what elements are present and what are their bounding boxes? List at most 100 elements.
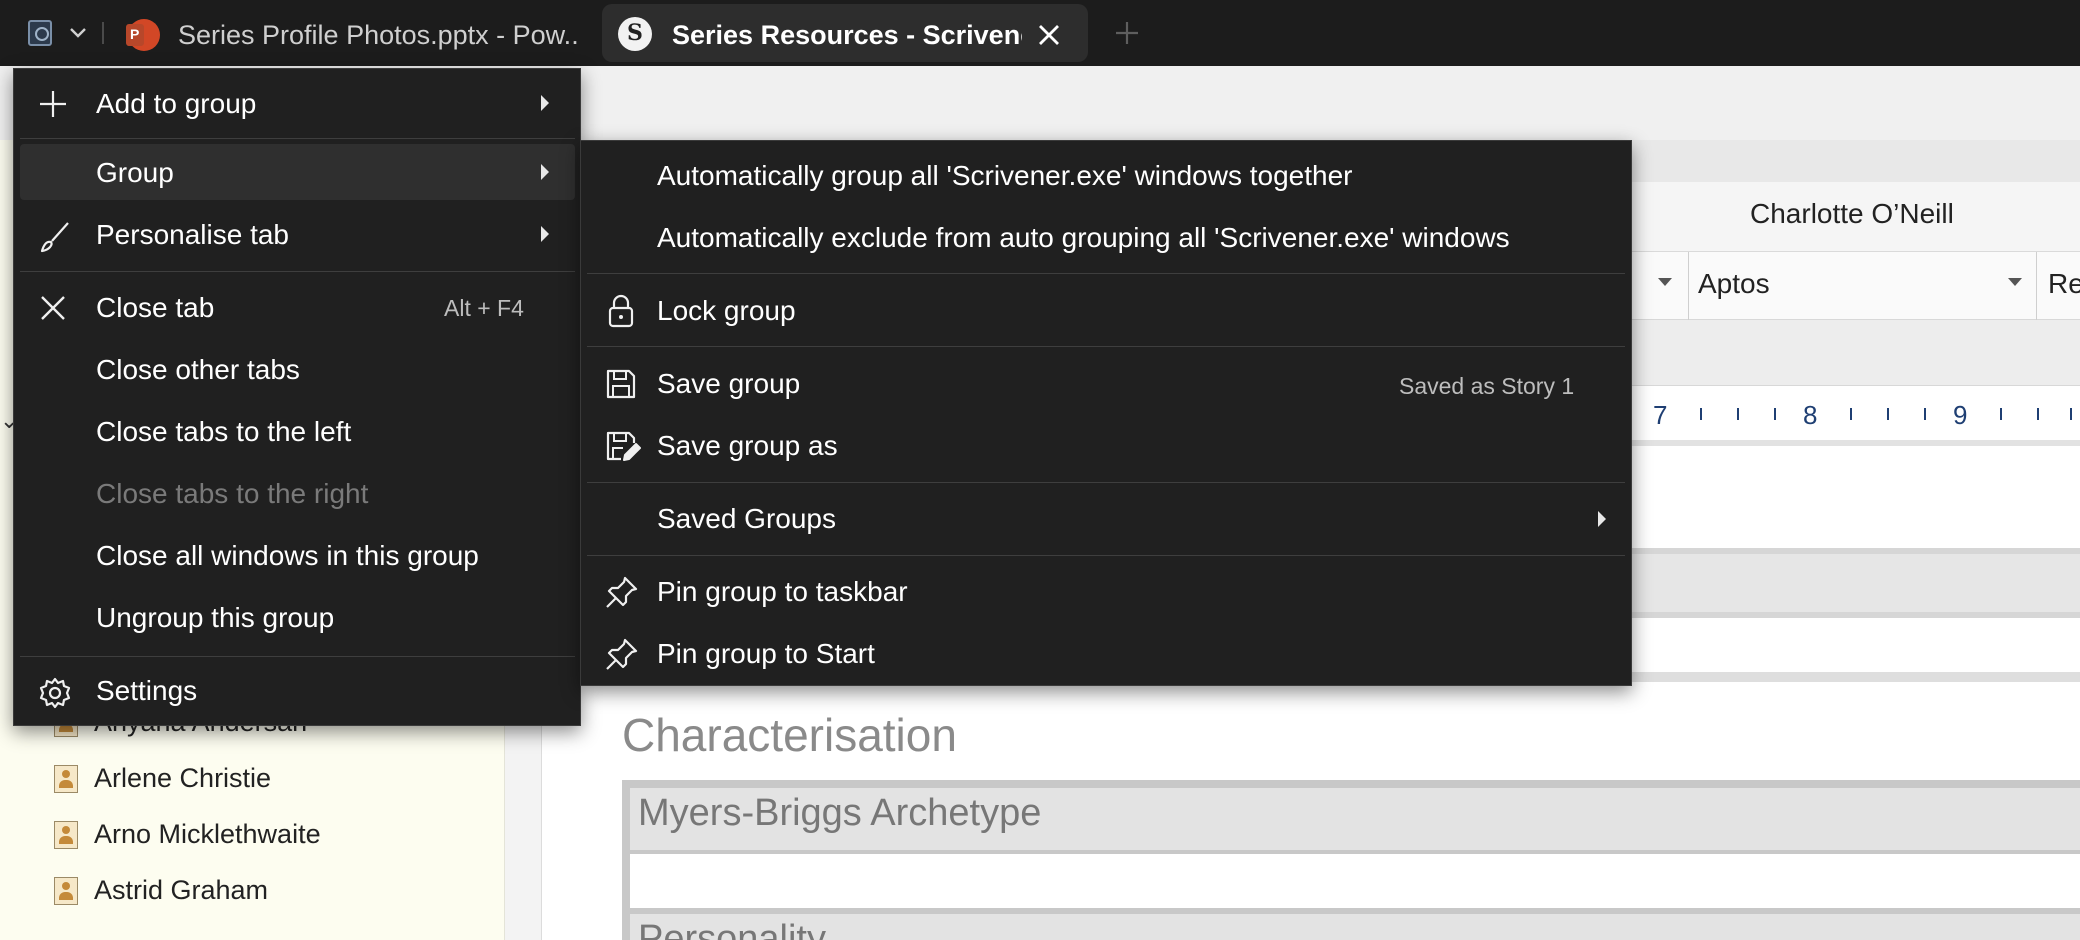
group-submenu: Automatically group all 'Scrivener.exe' …: [580, 140, 1632, 686]
tab-context-menu: Add to group Group Personalise tab Close…: [13, 68, 581, 726]
format-divider: [2036, 252, 2037, 320]
menu-item-label: Automatically exclude from auto grouping…: [657, 222, 1510, 253]
menu-item-label: Ungroup this group: [96, 602, 335, 633]
document-title: Charlotte O’Neill: [1750, 198, 1954, 229]
tab-divider: [102, 22, 104, 44]
ruler-tick: [1700, 408, 1702, 420]
menu-separator: [587, 346, 1625, 347]
ruler-tick: [2037, 408, 2039, 420]
menu-item-label: Pin group to taskbar: [657, 576, 908, 607]
menu-item-label: Saved Groups: [657, 503, 836, 534]
menu-item-label: Save group as: [657, 430, 838, 461]
menu-item-label: Pin group to Start: [657, 638, 875, 669]
section-heading: Characterisation: [622, 709, 957, 761]
menu-item-label: Save group: [657, 368, 801, 399]
tab-title: Series Profile Photos.pptx - Pow...: [178, 20, 578, 50]
ruler-tick: [2070, 408, 2072, 420]
pin-icon: [605, 637, 638, 671]
document-table-band: [1620, 672, 2080, 682]
submenu-item-auto-exclude[interactable]: Automatically exclude from auto grouping…: [587, 209, 1625, 267]
menu-item-close-tab[interactable]: Close tab Alt + F4: [20, 279, 575, 335]
powerpoint-icon: P: [126, 19, 160, 51]
tab-bar: P Series Profile Photos.pptx - Pow... Se…: [0, 0, 2080, 66]
submenu-arrow-icon: [541, 226, 549, 242]
menu-item-label: Add to group: [96, 88, 257, 119]
brush-icon: [38, 220, 69, 253]
submenu-item-save-group[interactable]: Save group Saved as Story 1: [587, 355, 1625, 413]
ruler-tick: [2000, 408, 2002, 420]
menu-item-label: Automatically group all 'Scrivener.exe' …: [657, 160, 1353, 191]
menu-item-label: Group: [96, 157, 174, 188]
menu-item-add-to-group[interactable]: Add to group: [20, 75, 575, 131]
menu-item-settings[interactable]: Settings: [20, 662, 575, 718]
character-sheet-icon: [54, 877, 78, 905]
font-dropdown-arrow-icon[interactable]: [2008, 278, 2022, 286]
tab-title: Series Resources - Scrivener: [672, 20, 1022, 50]
table-header-cell: [630, 914, 2080, 940]
scrivener-icon: [618, 17, 652, 51]
pin-icon: [605, 575, 638, 609]
menu-item-label: Close tabs to the left: [96, 416, 352, 447]
submenu-item-pin-start[interactable]: Pin group to Start: [587, 625, 1625, 683]
menu-item-close-other-tabs[interactable]: Close other tabs: [20, 341, 575, 397]
menu-item-ungroup[interactable]: Ungroup this group: [20, 589, 575, 645]
menu-separator: [20, 656, 575, 657]
new-tab-plus-icon[interactable]: [1112, 18, 1142, 48]
plus-icon: [38, 89, 68, 119]
table-header-label: Myers-Briggs Archetype: [638, 792, 1042, 834]
close-icon[interactable]: [1034, 20, 1064, 50]
submenu-arrow-icon: [1598, 511, 1606, 527]
menu-separator: [587, 555, 1625, 556]
style-dropdown-arrow-icon[interactable]: [1658, 278, 1672, 286]
menu-separator: [20, 271, 575, 272]
character-sheet-icon: [54, 765, 78, 793]
submenu-item-auto-group[interactable]: Automatically group all 'Scrivener.exe' …: [587, 147, 1625, 205]
binder-item-label: Astrid Graham: [94, 875, 269, 905]
submenu-item-save-group-as[interactable]: Save group as: [587, 417, 1625, 475]
ruler-number: 7: [1653, 400, 1668, 430]
font-family-select[interactable]: Aptos: [1698, 268, 1770, 300]
table-value-cell[interactable]: [630, 854, 2080, 908]
ruler-tick: [1850, 408, 1852, 420]
saved-status-note: Saved as Story 1: [1399, 373, 1575, 399]
menu-item-group[interactable]: Group: [20, 144, 575, 200]
document-table-band: [1620, 548, 2080, 618]
menu-item-label: Lock group: [657, 295, 796, 326]
ruler-tick: [1887, 408, 1889, 420]
font-style-select[interactable]: Re: [2048, 268, 2080, 300]
lock-icon: [605, 294, 637, 328]
table-header-label: Personality: [638, 918, 826, 940]
submenu-arrow-icon: [541, 164, 549, 180]
menu-item-label: Personalise tab: [96, 219, 290, 250]
ruler-tick: [1774, 408, 1776, 420]
ruler-number: 8: [1803, 400, 1818, 430]
menu-item-label: Close all windows in this group: [96, 540, 479, 571]
close-icon: [38, 293, 68, 323]
chevron-down-icon[interactable]: [68, 20, 88, 44]
format-divider: [1688, 252, 1689, 320]
submenu-item-lock-group[interactable]: Lock group: [587, 282, 1625, 340]
binder-item-label: Arlene Christie: [94, 763, 272, 793]
tab-groups-app-icon[interactable]: [28, 20, 52, 46]
gear-icon: [38, 676, 71, 709]
menu-separator: [587, 482, 1625, 483]
binder-item-label: Arno Micklethwaite: [94, 819, 321, 849]
menu-item-personalise-tab[interactable]: Personalise tab: [20, 206, 575, 262]
ruler-number: 9: [1953, 400, 1968, 430]
submenu-arrow-icon: [541, 95, 549, 111]
menu-item-close-tabs-left[interactable]: Close tabs to the left: [20, 403, 575, 459]
menu-item-close-all-in-group[interactable]: Close all windows in this group: [20, 527, 575, 583]
tab-powerpoint[interactable]: P Series Profile Photos.pptx - Pow...: [116, 4, 586, 62]
menu-item-label: Close tab: [96, 292, 215, 323]
submenu-item-saved-groups[interactable]: Saved Groups: [587, 490, 1625, 548]
submenu-item-pin-taskbar[interactable]: Pin group to taskbar: [587, 563, 1625, 621]
menu-separator: [20, 138, 575, 139]
menu-separator: [587, 273, 1625, 274]
menu-item-label: Settings: [96, 675, 198, 706]
keyboard-shortcut: Alt + F4: [444, 295, 524, 321]
tab-scrivener[interactable]: Series Resources - Scrivener: [602, 4, 1088, 62]
ruler-tick: [1737, 408, 1739, 420]
menu-item-label: Close tabs to the right: [96, 478, 369, 509]
save-icon: [605, 367, 637, 401]
save-edit-icon: [605, 429, 641, 463]
